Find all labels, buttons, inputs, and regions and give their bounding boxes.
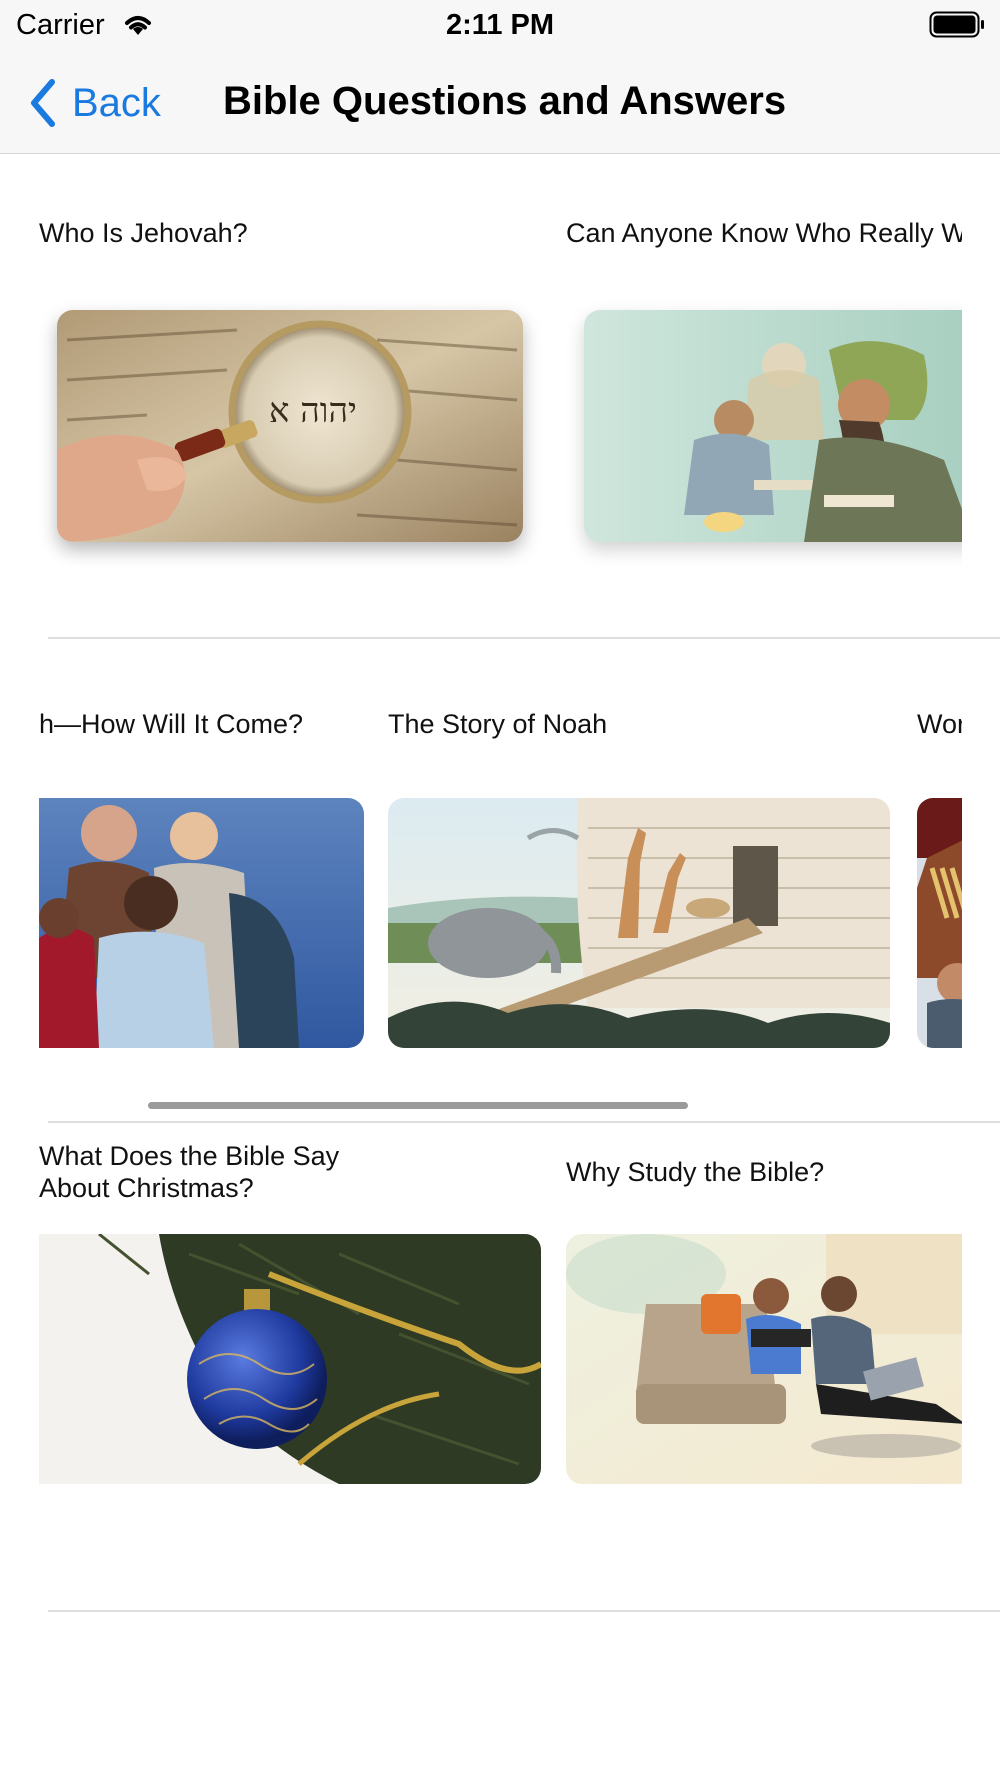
chevron-left-icon <box>31 79 55 127</box>
card-partial-third[interactable]: Wor <box>917 640 962 1080</box>
card-image-noahs-ark <box>388 798 890 1048</box>
page-title: Bible Questions and Answers <box>223 79 787 123</box>
horizontal-scroll-indicator[interactable] <box>148 1102 688 1109</box>
card-who-is-jehovah[interactable]: Who Is Jehovah? יהוה א <box>0 155 540 640</box>
card-title: h—How Will It Come? <box>39 709 304 739</box>
back-button[interactable]: Back <box>28 76 161 130</box>
card-why-study-bible[interactable]: Why Study the Bible? <box>566 1126 962 1566</box>
card-title: Who Is Jehovah? <box>39 218 248 248</box>
divider <box>48 1610 1000 1612</box>
divider <box>48 637 1000 639</box>
card-title: Why Study the Bible? <box>566 1157 825 1187</box>
carousel-row-2[interactable]: h—How Will It Come? The Story of Noah Wo… <box>0 640 1000 1126</box>
back-label: Back <box>72 80 161 125</box>
card-title-line1: What Does the Bible Say <box>39 1141 340 1171</box>
battery-full-icon <box>929 11 984 38</box>
divider <box>48 1121 1000 1123</box>
carousel-row-3[interactable]: What Does the Bible Say About Christmas? <box>0 1126 1000 1612</box>
card-image-magnifying-glass: יהוה א <box>57 310 523 542</box>
card-can-anyone-know[interactable]: Can Anyone Know Who Really W <box>566 155 962 640</box>
status-bar: Carrier 2:11 PM <box>0 0 1000 52</box>
navigation-bar: Back Bible Questions and Answers <box>0 52 1000 154</box>
card-image-ancient-scribes <box>584 310 962 542</box>
clock: 2:11 PM <box>446 9 554 41</box>
card-story-of-noah[interactable]: The Story of Noah <box>388 640 890 1080</box>
card-image-group-of-people <box>39 798 364 1048</box>
svg-text:יהוה א: יהוה א <box>269 391 357 431</box>
content-scroll-view[interactable]: Who Is Jehovah? יהוה א Can Anyone Know W… <box>0 155 1000 1778</box>
card-title: Can Anyone Know Who Really W <box>566 218 962 248</box>
card-image-partial-figure <box>917 798 962 1048</box>
card-bible-say-christmas[interactable]: What Does the Bible Say About Christmas? <box>39 1126 549 1566</box>
card-image-christmas-ornament <box>39 1234 541 1484</box>
card-title: Wor <box>917 709 962 739</box>
card-how-will-it-come[interactable]: h—How Will It Come? <box>39 640 369 1080</box>
carousel-row-1[interactable]: Who Is Jehovah? יהוה א Can Anyone Know W… <box>0 155 1000 640</box>
card-title-line2: About Christmas? <box>39 1173 254 1203</box>
card-image-couple-studying <box>566 1234 962 1484</box>
card-title: The Story of Noah <box>388 709 608 739</box>
